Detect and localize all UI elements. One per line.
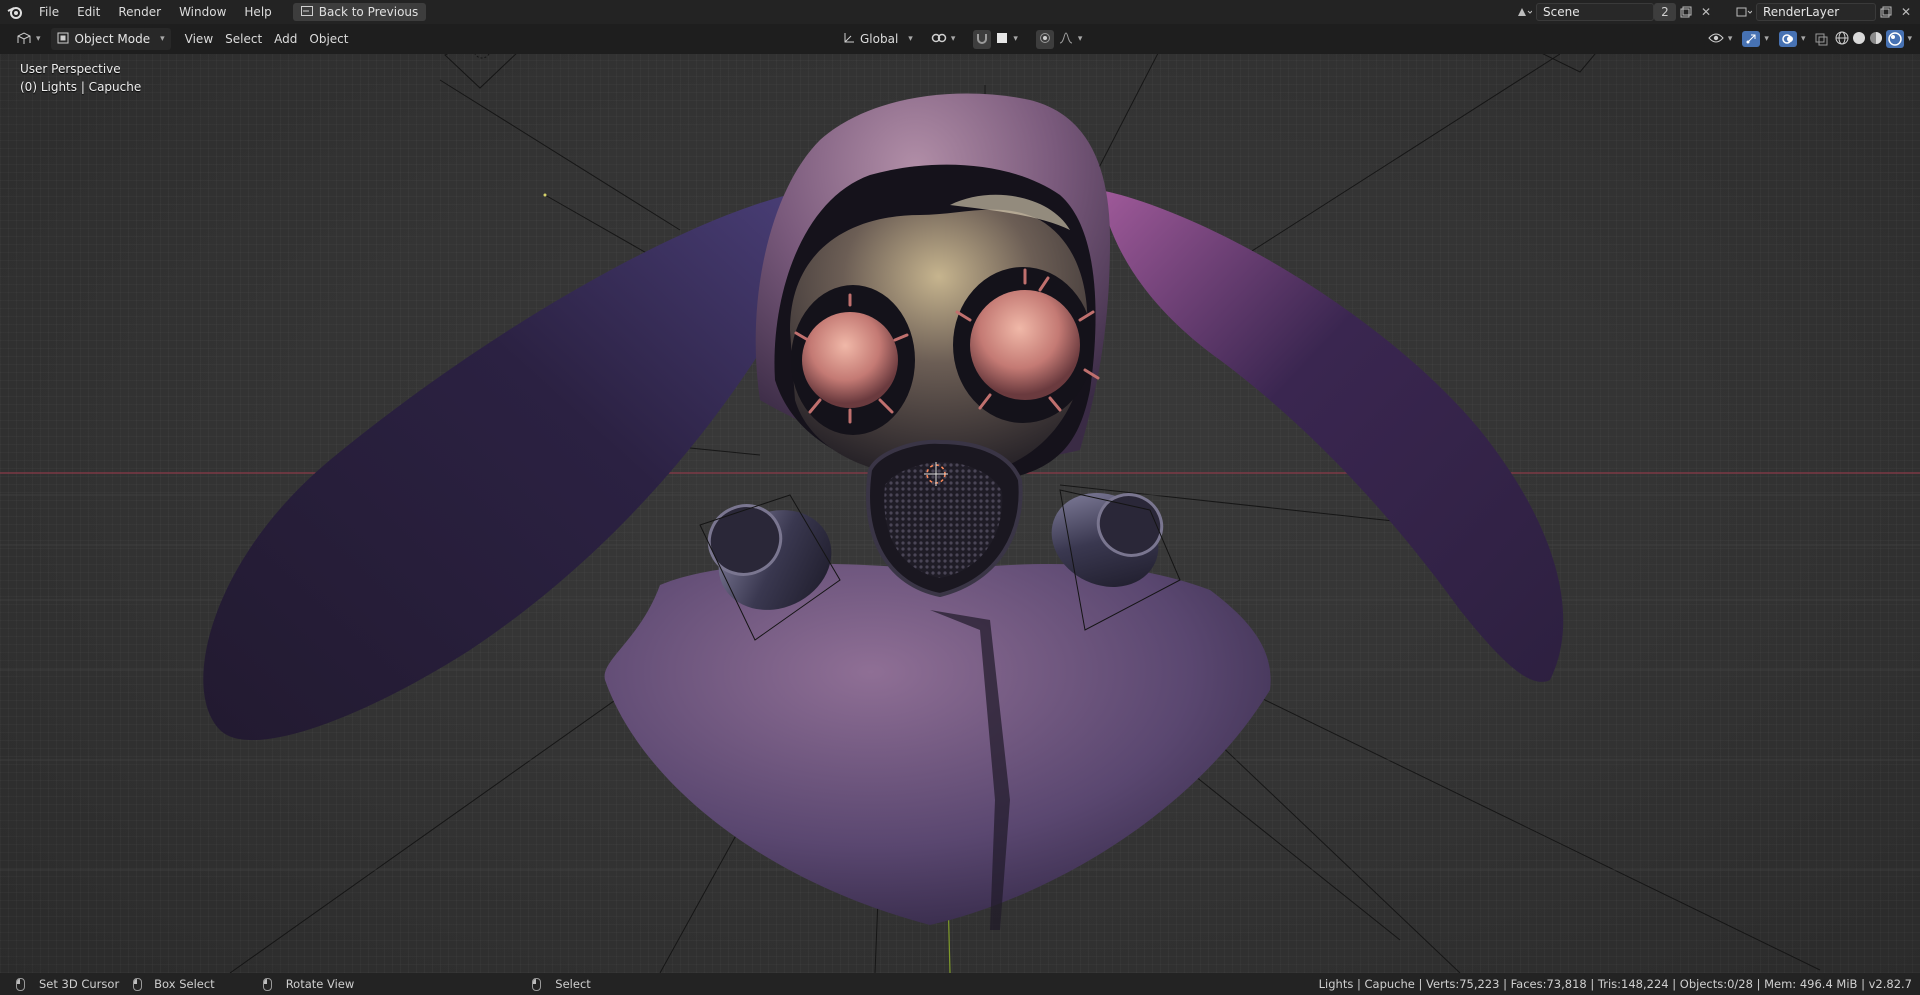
viewport-perspective-label: User Perspective xyxy=(20,62,121,76)
delete-scene-icon[interactable]: ✕ xyxy=(1696,3,1716,21)
falloff-curve-icon[interactable] xyxy=(1056,30,1076,49)
chevron-down-icon: ▾ xyxy=(1077,34,1083,44)
chevron-down-icon: ▾ xyxy=(1800,34,1806,44)
scene-statistics: Lights | Capuche | Verts:75,223 | Faces:… xyxy=(1318,977,1912,991)
proportional-editing-controls[interactable]: ▾ xyxy=(1030,28,1089,50)
middle-mouse-icon xyxy=(262,977,272,991)
menu-edit[interactable]: Edit xyxy=(68,0,109,24)
chevron-down-icon: ▾ xyxy=(1764,34,1769,44)
cape-body xyxy=(604,563,1271,925)
scene-name-field[interactable]: Scene xyxy=(1536,3,1654,21)
eye-icon xyxy=(1708,32,1724,47)
scene-users-count[interactable]: 2 xyxy=(1654,3,1676,21)
screen-icon xyxy=(300,5,313,19)
3d-viewport[interactable]: User Perspective (0) Lights | Capuche xyxy=(0,54,1920,973)
transform-orientation-dropdown[interactable]: Global ▾ xyxy=(836,28,919,50)
status-box-select: Box Select xyxy=(129,977,219,991)
gizmo-icon[interactable] xyxy=(1742,31,1761,47)
render-layer-name: RenderLayer xyxy=(1763,5,1840,19)
visibility-dropdown[interactable]: ▾ xyxy=(1705,28,1736,50)
object-mode-dropdown[interactable]: Object Mode ▾ xyxy=(50,28,171,50)
back-to-previous-button[interactable]: Back to Previous xyxy=(292,3,427,21)
orientation-label: Global xyxy=(860,32,899,46)
chevron-down-icon: ▾ xyxy=(908,34,913,44)
snap-element-icon[interactable] xyxy=(993,30,1011,49)
orientation-axes-icon xyxy=(842,31,856,48)
solid-shading-icon[interactable] xyxy=(1852,31,1866,48)
shading-mode-group: ▾ xyxy=(1835,30,1912,48)
new-render-layer-icon[interactable] xyxy=(1876,3,1896,21)
rotate-view-label: Rotate View xyxy=(285,977,355,991)
camera-objects xyxy=(444,54,1596,89)
drag-mouse-icon xyxy=(133,977,143,991)
proportional-edit-icon[interactable] xyxy=(1035,29,1054,49)
xray-toggle-icon[interactable] xyxy=(1812,28,1831,50)
top-right-controls: Scene 2 ✕ RenderLayer ✕ xyxy=(1514,0,1920,24)
menu-view[interactable]: View xyxy=(179,28,219,50)
gizmo-toggle[interactable]: ▾ xyxy=(1739,28,1772,50)
snapping-controls[interactable]: ▾ xyxy=(967,28,1024,50)
pivot-point-dropdown[interactable]: ▾ xyxy=(925,28,962,50)
status-select: Select xyxy=(528,977,594,991)
menu-window[interactable]: Window xyxy=(170,0,235,24)
3d-viewport-icon xyxy=(16,31,32,48)
wireframe-shading-icon[interactable] xyxy=(1835,31,1849,48)
top-menu-bar: File Edit Render Window Help Back to Pre… xyxy=(0,0,1920,24)
status-rotate-view: Rotate View xyxy=(259,977,359,991)
right-mouse-icon xyxy=(532,977,542,991)
chevron-down-icon: ▾ xyxy=(950,34,956,44)
blender-logo-icon[interactable] xyxy=(0,0,30,24)
status-set-cursor: Set 3D Cursor xyxy=(12,977,123,991)
menu-render[interactable]: Render xyxy=(109,0,170,24)
left-mouse-icon xyxy=(16,977,25,991)
status-bar: Set 3D Cursor Box Select Rotate View Sel… xyxy=(0,973,1920,995)
chevron-down-icon: ▾ xyxy=(160,34,165,44)
render-layer-browse-icon[interactable] xyxy=(1734,3,1754,21)
object-mode-icon xyxy=(57,32,69,47)
select-label: Select xyxy=(555,977,591,991)
scene-browse-icon[interactable] xyxy=(1514,3,1534,21)
chevron-down-icon[interactable]: ▾ xyxy=(1907,34,1912,44)
menu-object[interactable]: Object xyxy=(303,28,354,50)
material-shading-icon[interactable] xyxy=(1869,31,1883,48)
magnet-snap-icon[interactable] xyxy=(973,29,992,49)
menu-file[interactable]: File xyxy=(30,0,68,24)
delete-render-layer-icon[interactable]: ✕ xyxy=(1896,3,1916,21)
viewport-header: ▾ Object Mode ▾ View Select Add Object G… xyxy=(0,24,1920,54)
overlays-icon[interactable] xyxy=(1778,31,1797,47)
back-to-previous-label: Back to Previous xyxy=(318,5,419,19)
box-select-label: Box Select xyxy=(154,977,215,991)
light-point xyxy=(543,193,547,197)
overlays-toggle[interactable]: ▾ xyxy=(1776,28,1809,50)
viewport-collection-label: (0) Lights | Capuche xyxy=(20,80,142,94)
menu-select[interactable]: Select xyxy=(219,28,268,50)
editor-type-selector[interactable]: ▾ xyxy=(10,28,47,50)
menu-add[interactable]: Add xyxy=(268,28,303,50)
scene-name: Scene xyxy=(1543,5,1580,19)
chevron-down-icon: ▾ xyxy=(1727,34,1733,44)
object-mode-label: Object Mode xyxy=(74,32,151,46)
chevron-down-icon: ▾ xyxy=(1013,34,1018,44)
new-scene-icon[interactable] xyxy=(1676,3,1696,21)
pivot-link-icon xyxy=(931,31,947,48)
rendered-scene xyxy=(0,54,1920,973)
render-layer-field[interactable]: RenderLayer xyxy=(1756,3,1876,21)
menu-help[interactable]: Help xyxy=(235,0,280,24)
chevron-down-icon: ▾ xyxy=(36,34,41,44)
set-cursor-label: Set 3D Cursor xyxy=(39,977,120,991)
rendered-shading-icon[interactable] xyxy=(1886,30,1905,48)
